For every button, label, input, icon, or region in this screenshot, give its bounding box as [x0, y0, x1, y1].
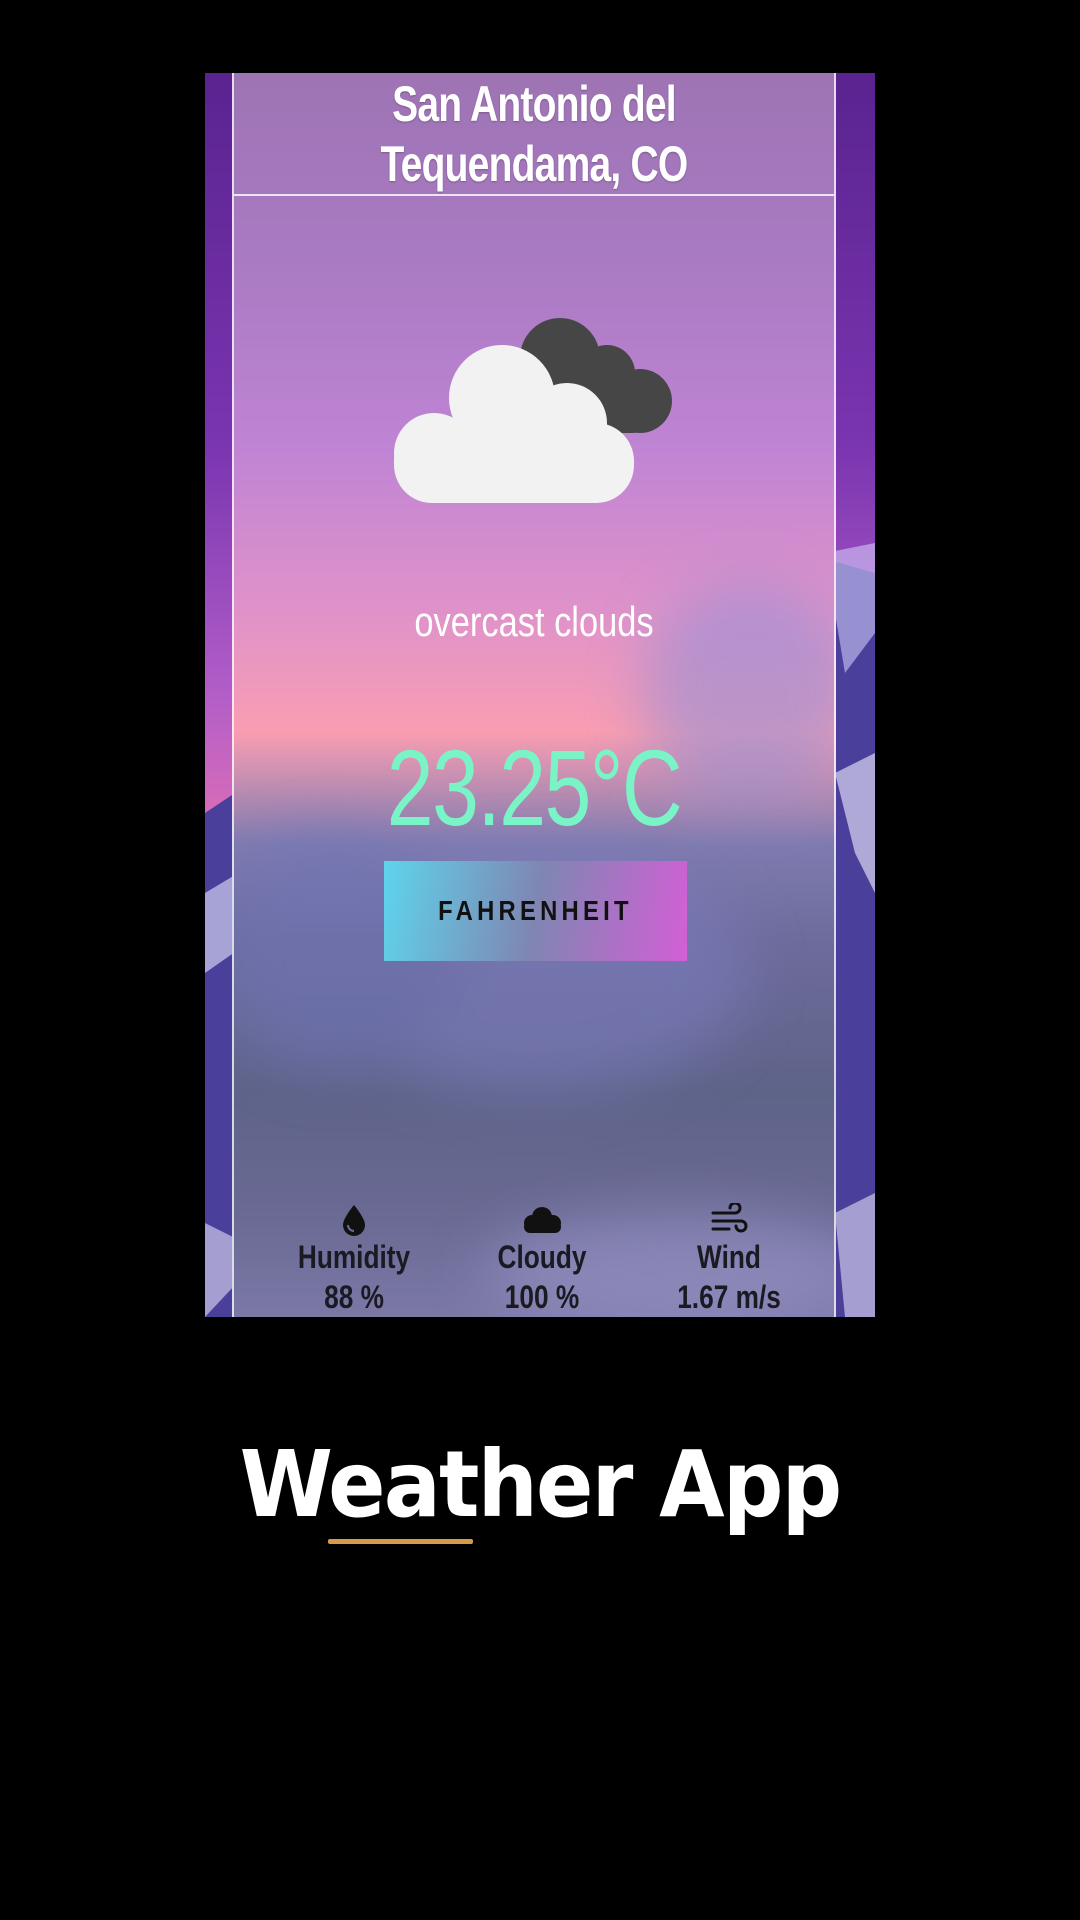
wind-value: 1.67 m/s	[677, 1279, 781, 1315]
cloud-overcast-icon	[394, 318, 672, 503]
cloud-icon	[524, 1207, 561, 1233]
city-header: San Antonio del Tequendama, CO	[234, 73, 834, 196]
title-underline	[328, 1539, 473, 1544]
weather-card: San Antonio del Tequendama, CO overcast …	[232, 73, 836, 1317]
location-name: San Antonio del Tequendama, CO	[380, 75, 689, 192]
mountain-haze	[234, 583, 834, 1317]
wind-icon	[711, 1203, 748, 1233]
page: San Antonio del Tequendama, CO overcast …	[0, 0, 1080, 1920]
stat-humidity: Humidity 88 %	[274, 1203, 434, 1317]
droplet-icon	[343, 1205, 365, 1236]
stat-wind: Wind 1.67 m/s	[649, 1203, 809, 1317]
weather-stats: Humidity 88 % Cloudy 100 % Wind 1.67 m/s	[234, 1203, 834, 1315]
cloudy-label: Cloudy	[497, 1239, 587, 1275]
cloudy-value: 100 %	[504, 1279, 580, 1315]
weather-description: overcast clouds	[414, 598, 654, 645]
fahrenheit-toggle-label: FAHRENHEIT	[438, 895, 633, 926]
fahrenheit-toggle-button[interactable]: FAHRENHEIT	[384, 861, 687, 961]
humidity-value: 88 %	[324, 1279, 384, 1315]
weather-app-preview: San Antonio del Tequendama, CO overcast …	[205, 73, 875, 1317]
stat-cloudy: Cloudy 100 %	[462, 1203, 622, 1317]
humidity-label: Humidity	[297, 1239, 411, 1275]
temperature-value: 23.25°C	[386, 727, 683, 848]
wind-label: Wind	[697, 1239, 761, 1275]
page-title: Weather App	[239, 1431, 842, 1538]
